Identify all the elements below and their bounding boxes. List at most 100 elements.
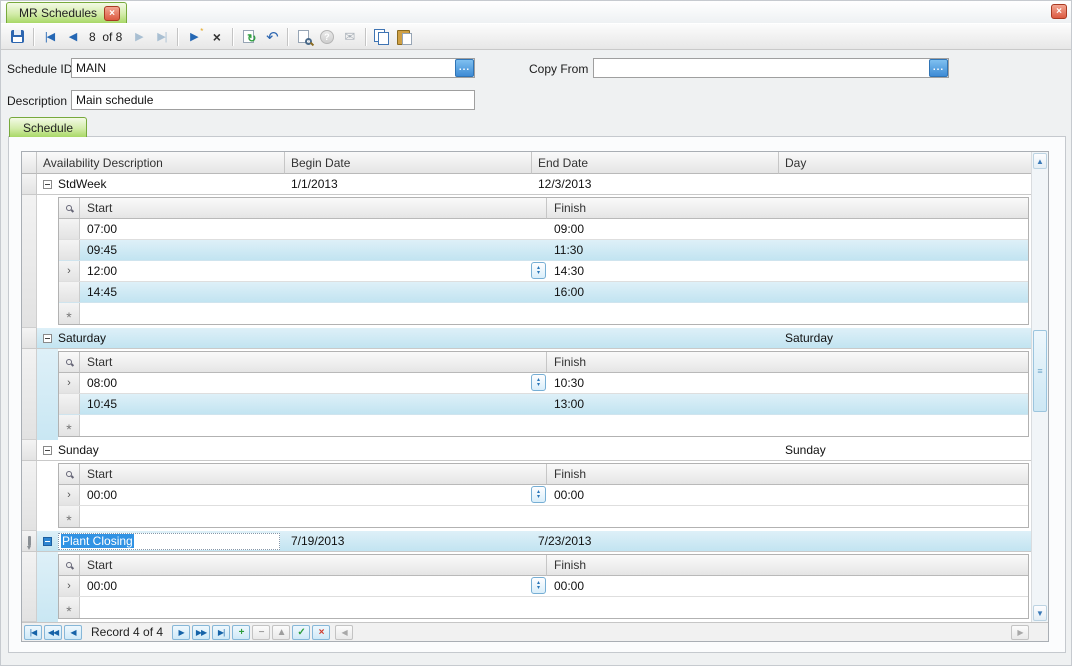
copy-button[interactable] [370,26,393,48]
collapse-icon[interactable] [43,537,52,546]
paste-button[interactable] [393,26,416,48]
navigator-prev-page-button[interactable]: ◀◀ [44,625,62,640]
cell-finish[interactable] [547,415,1028,436]
column-header-finish[interactable]: Finish [547,352,1028,373]
cell-availability[interactable]: StdWeek [37,174,285,194]
column-header-start[interactable]: Start [80,352,547,373]
new-item-row[interactable]: * [59,303,1028,324]
availability-inline-editor[interactable]: Plant Closing [58,533,280,550]
email-button[interactable]: ✉ [338,26,361,48]
schedule-id-lookup-button[interactable]: ... [455,59,474,77]
cell-start[interactable] [80,506,547,527]
cell-start[interactable] [80,597,547,618]
next-record-button[interactable]: ▶ [127,26,150,48]
cell-finish[interactable] [547,597,1028,618]
cell-finish[interactable]: 11:30 [547,240,1028,260]
detail-row[interactable]: 10:45 13:00 [59,394,1028,415]
column-header-start[interactable]: Start [80,198,547,219]
cell-availability[interactable]: Sunday [37,440,285,460]
column-header-finish[interactable]: Finish [547,464,1028,485]
collapse-icon[interactable] [43,334,52,343]
navigator-delete-button[interactable]: − [252,625,270,640]
save-button[interactable] [6,26,29,48]
column-header-day[interactable]: Day [779,152,1031,174]
cell-day[interactable] [779,174,1031,194]
cell-start[interactable]: 07:00 [80,219,547,239]
navigator-next-button[interactable]: ▶ [172,625,190,640]
cell-start[interactable]: 14:45 [80,282,547,302]
vertical-scroll-thumb[interactable]: ≡ [1033,330,1047,412]
first-record-button[interactable]: |◀ [38,26,61,48]
undo-button[interactable]: ↶ [260,26,283,48]
cell-begin-date[interactable] [285,328,532,348]
new-record-button[interactable]: ▶ * [182,26,205,48]
print-preview-button[interactable] [292,26,315,48]
time-spin-button[interactable]: ▴▾ [531,374,546,391]
time-spin-button[interactable]: ▴▾ [531,486,546,503]
master-row-sunday[interactable]: Sunday Sunday [22,440,1031,461]
last-record-button[interactable]: ▶| [150,26,173,48]
copy-from-lookup-button[interactable]: ... [929,59,948,77]
navigator-edit-button[interactable]: ▲ [272,625,290,640]
master-row-plant-closing[interactable]: Plant Closing 7/19/2013 7/23/2013 [22,531,1031,552]
cell-begin-date[interactable]: 7/19/2013 [285,531,532,551]
cell-start[interactable]: 09:45 [80,240,547,260]
detail-row[interactable]: 09:45 11:30 [59,240,1028,261]
cell-day[interactable]: Sunday [779,440,1031,460]
detail-row-focused[interactable]: › 00:00 ▴▾ 00:00 [59,576,1028,597]
navigator-last-button[interactable]: ▶| [212,625,230,640]
cell-finish[interactable]: 14:30 [547,261,1028,281]
cell-finish[interactable]: 13:00 [547,394,1028,414]
column-header-finish[interactable]: Finish [547,555,1028,576]
cell-finish[interactable]: 00:00 [547,485,1028,505]
collapse-icon[interactable] [43,180,52,189]
cell-begin-date[interactable] [285,440,532,460]
tab-schedule[interactable]: Schedule [9,117,87,137]
hscroll-right-icon[interactable]: ▶ [1011,625,1029,640]
navigator-end-edit-button[interactable]: ✓ [292,625,310,640]
previous-record-button[interactable]: ◀ [61,26,84,48]
detail-search-cell[interactable] [59,464,80,485]
detail-row[interactable]: 07:00 09:00 [59,219,1028,240]
description-input[interactable] [72,91,474,109]
help-button[interactable]: ? [315,26,338,48]
window-close-icon[interactable]: × [1051,4,1067,19]
navigator-cancel-edit-button[interactable]: × [312,625,330,640]
refresh-button[interactable]: ↻ [237,26,260,48]
cell-start[interactable]: 00:00 ▴▾ [80,485,547,505]
detail-search-cell[interactable] [59,352,80,373]
time-spin-button[interactable]: ▴▾ [531,577,546,594]
new-item-row[interactable]: * [59,415,1028,436]
scroll-down-icon[interactable]: ▼ [1033,605,1047,621]
cell-start[interactable] [80,415,547,436]
cell-day[interactable]: Saturday [779,328,1031,348]
cell-finish[interactable]: 16:00 [547,282,1028,302]
tab-mr-schedules[interactable]: MR Schedules × [6,2,127,23]
collapse-icon[interactable] [43,446,52,455]
cell-start[interactable]: 08:00 ▴▾ [80,373,547,393]
new-item-row[interactable]: * [59,597,1028,618]
cell-availability[interactable]: Saturday [37,328,285,348]
cell-end-date[interactable] [532,328,779,348]
detail-search-cell[interactable] [59,555,80,576]
copy-from-input[interactable] [594,59,929,77]
cell-start[interactable] [80,303,547,324]
column-header-finish[interactable]: Finish [547,198,1028,219]
cell-start[interactable]: 12:00 ▴▾ [80,261,547,281]
scroll-up-icon[interactable]: ▲ [1033,153,1047,169]
cell-end-date[interactable]: 7/23/2013 [532,531,779,551]
cell-start[interactable]: 10:45 [80,394,547,414]
navigator-prev-button[interactable]: ◀ [64,625,82,640]
column-header-start[interactable]: Start [80,464,547,485]
master-row-saturday[interactable]: Saturday Saturday [22,328,1031,349]
column-header-start[interactable]: Start [80,555,547,576]
delete-record-button[interactable]: × [205,26,228,48]
new-item-row[interactable]: * [59,506,1028,527]
cell-finish[interactable]: 10:30 [547,373,1028,393]
detail-search-cell[interactable] [59,198,80,219]
detail-row-focused[interactable]: › 00:00 ▴▾ 00:00 [59,485,1028,506]
navigator-append-button[interactable]: + [232,625,250,640]
vertical-scrollbar[interactable]: ▲ ≡ ▼ [1031,152,1048,622]
cell-end-date[interactable]: 12/3/2013 [532,174,779,194]
schedule-id-input[interactable] [72,59,455,77]
